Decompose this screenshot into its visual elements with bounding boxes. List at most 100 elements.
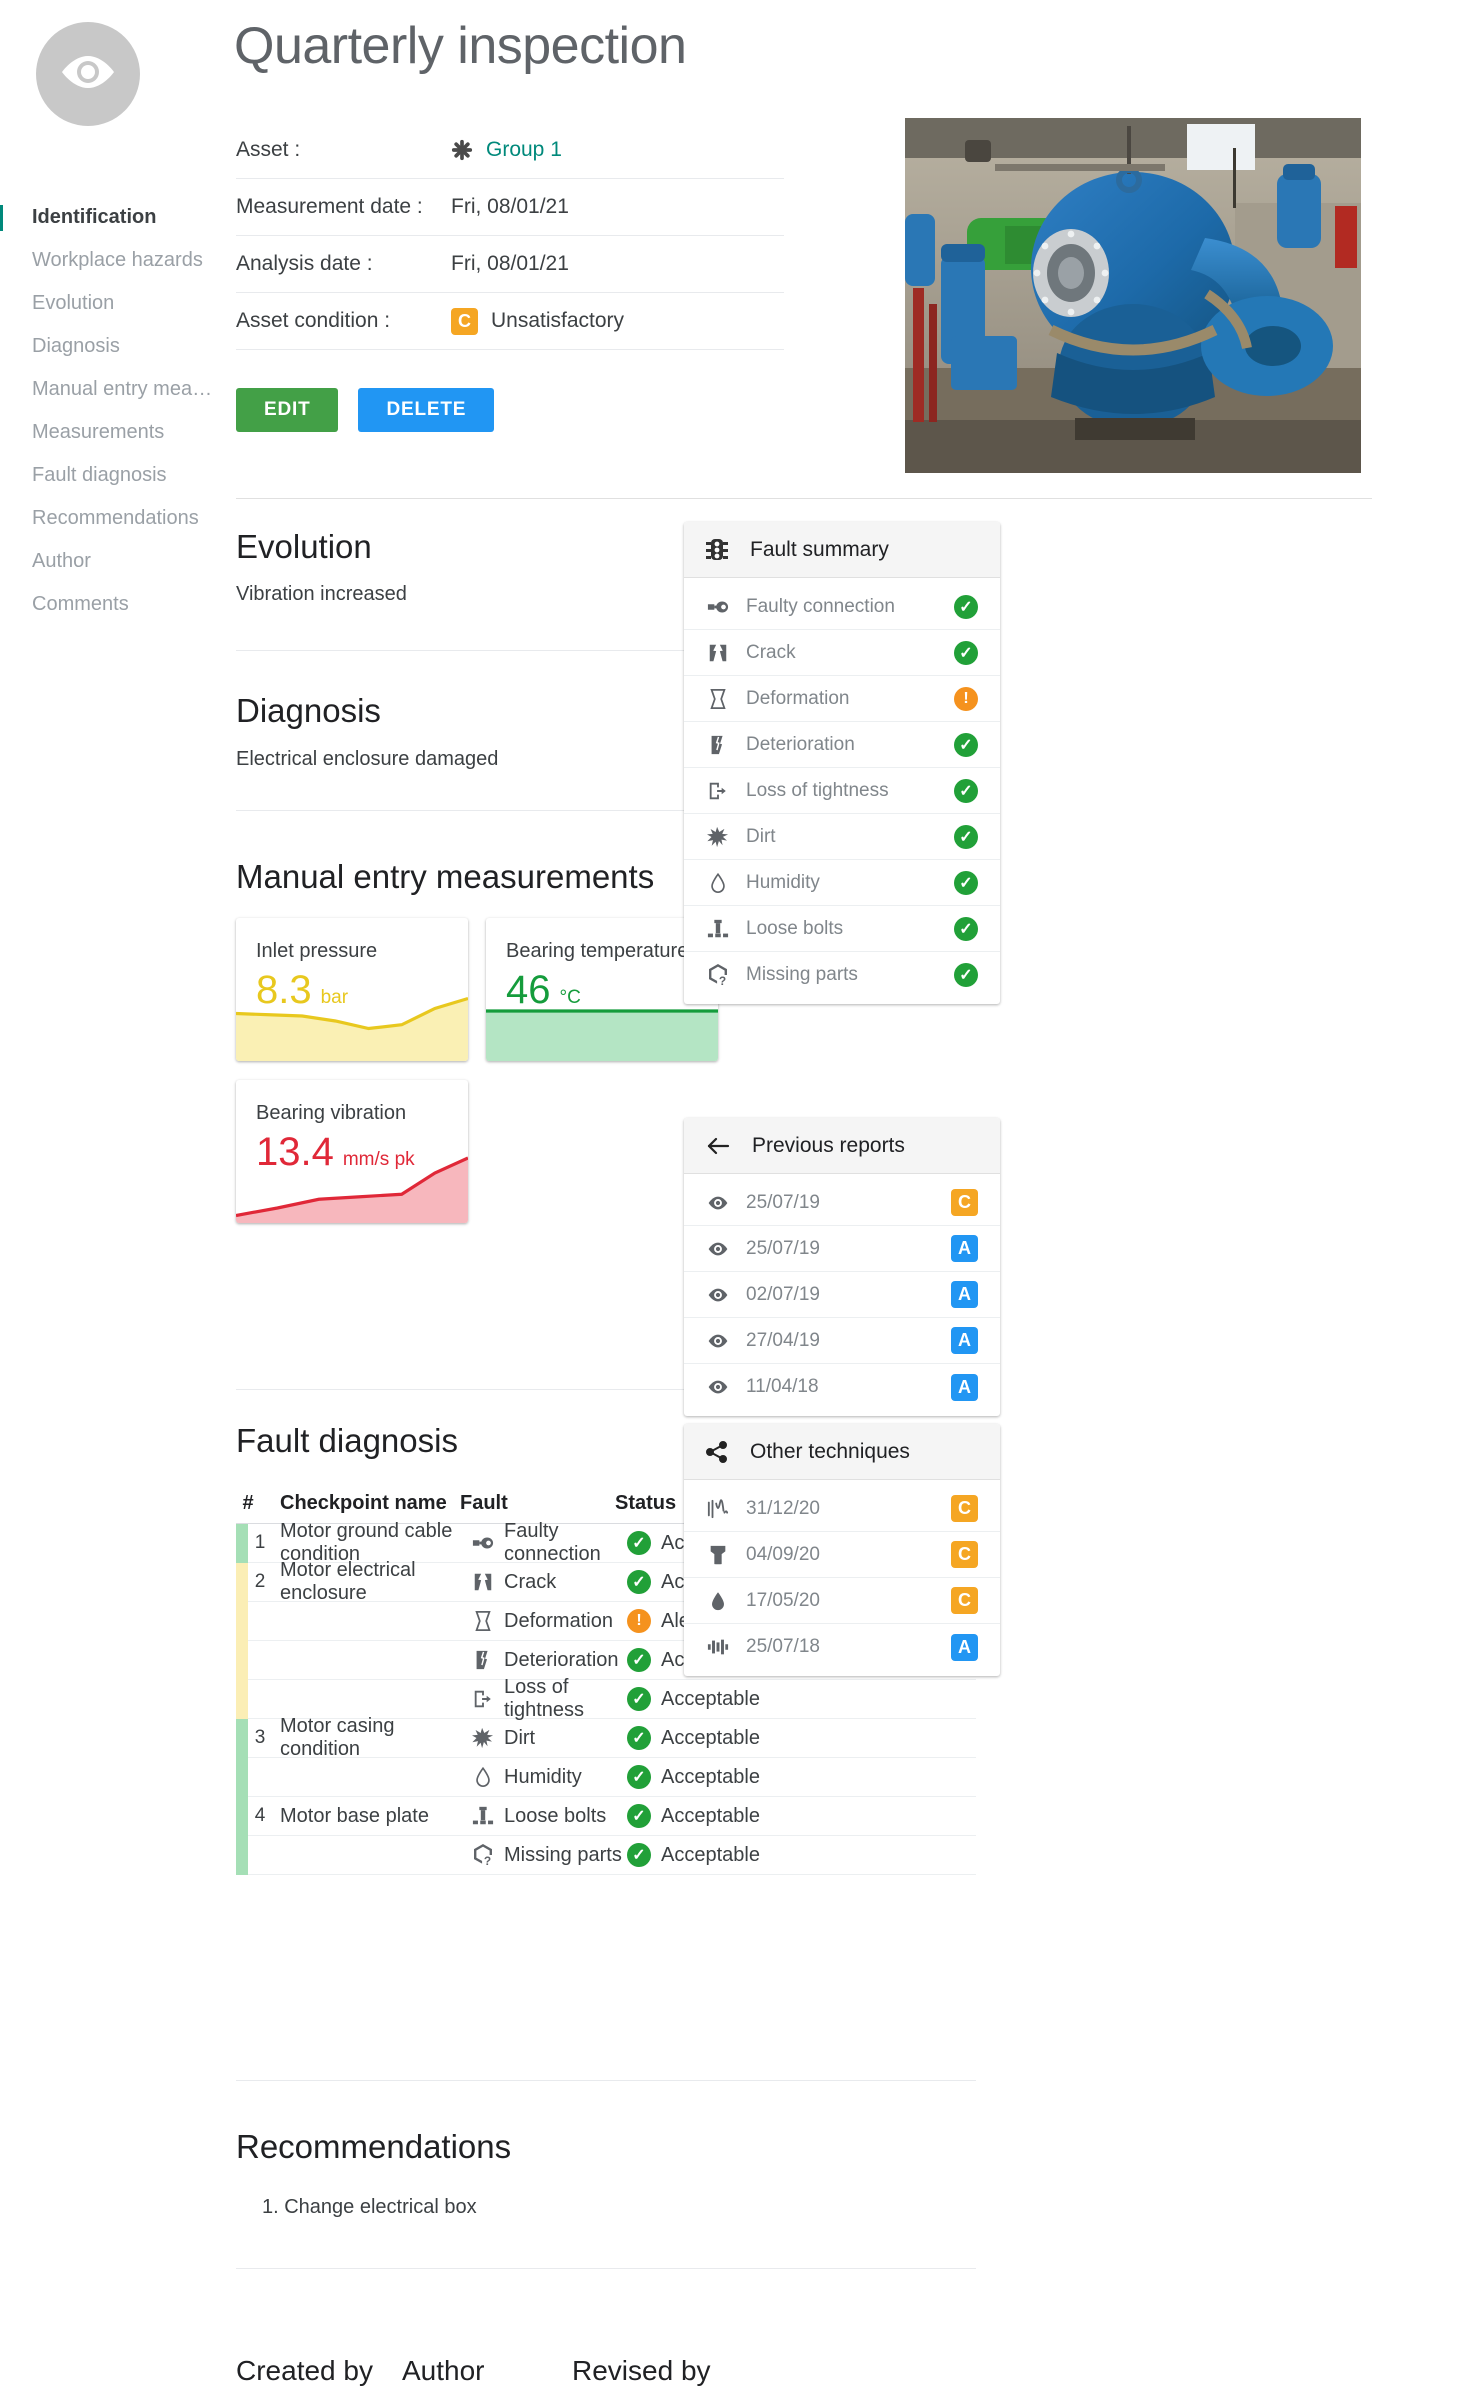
- sidebar-item-label: Measurements: [32, 421, 165, 443]
- fault-summary-label: Faulty connection: [746, 595, 895, 617]
- info-label: Measurement date :: [236, 195, 423, 218]
- plug-icon: [706, 596, 730, 618]
- fault-summary-row[interactable]: Dirt ✓: [684, 814, 1000, 860]
- report-date: 17/05/20: [746, 1589, 820, 1611]
- fault-line[interactable]: 3 Motor casing condition Dirt ✓ Acceptable: [248, 1715, 976, 1760]
- eye-icon[interactable]: [706, 1330, 730, 1352]
- row-body: 3 Motor casing condition Dirt ✓ Acceptable Hu…: [248, 1715, 976, 1797]
- previous-reports-header[interactable]: Previous reports: [684, 1118, 1000, 1174]
- asset-photo[interactable]: [905, 118, 1361, 473]
- status-cell: ✓ Acceptable: [627, 1687, 777, 1711]
- fault-line[interactable]: 4 Motor base plate Loose bolts ✓ Acceptable: [248, 1797, 976, 1836]
- status-ok-icon: ✓: [954, 778, 978, 803]
- status-ok-icon: ✓: [627, 1531, 651, 1555]
- sidebar-item-evolution[interactable]: Evolution: [0, 282, 224, 325]
- info-label: Asset condition :: [236, 309, 391, 332]
- fault-summary-row[interactable]: Humidity ✓: [684, 860, 1000, 906]
- sidebar-item-diagnosis[interactable]: Diagnosis: [0, 325, 224, 368]
- other-technique-row[interactable]: 25/07/18 A: [684, 1624, 1000, 1670]
- status-ok-icon: ✓: [627, 1726, 651, 1750]
- measurement-title: Bearing temperature: [506, 940, 689, 962]
- checkpoint-number: 1: [254, 1532, 266, 1553]
- status-ok-icon: ✓: [627, 1804, 651, 1828]
- status-label: Acceptable: [661, 1843, 760, 1866]
- traffic-light-icon: [706, 538, 728, 562]
- sidebar-item-label: Identification: [32, 206, 157, 228]
- sidebar-item-manual-entry-mea[interactable]: Manual entry mea…: [0, 368, 224, 411]
- measurement-card[interactable]: Bearing vibration 13.4 mm/s pk: [236, 1080, 468, 1223]
- app-logo[interactable]: [36, 22, 140, 126]
- condition-badge: A: [951, 1327, 978, 1354]
- status-ok-icon: ✓: [627, 1843, 651, 1867]
- fault-summary-label: Missing parts: [746, 964, 858, 985]
- created-by-label: Created by: [236, 2355, 373, 2386]
- fault-summary-row[interactable]: Deterioration ✓: [684, 722, 1000, 768]
- sidebar-item-author[interactable]: Author: [0, 540, 224, 583]
- condition-badge: A: [951, 1235, 978, 1262]
- bar-waveform-icon[interactable]: [706, 1636, 730, 1658]
- fault-summary-label: Deterioration: [746, 733, 855, 755]
- report-date: 25/07/19: [746, 1237, 820, 1259]
- fault-summary-header: Fault summary: [684, 522, 1000, 578]
- other-technique-row[interactable]: 31/12/20 C: [684, 1486, 1000, 1532]
- sidebar-item-label: Author: [32, 550, 91, 572]
- other-technique-row[interactable]: 17/05/20 C: [684, 1578, 1000, 1624]
- eye-icon[interactable]: [706, 1376, 730, 1398]
- sidebar-item-fault-diagnosis[interactable]: Fault diagnosis: [0, 454, 224, 497]
- deterioration-icon: [472, 1649, 494, 1671]
- column-header-num: #: [242, 1492, 254, 1514]
- info-value: Fri, 08/01/21: [451, 252, 569, 276]
- table-row: 3 Motor casing condition Dirt ✓ Acceptable Hu…: [236, 1715, 976, 1797]
- eye-icon[interactable]: [706, 1192, 730, 1214]
- fault-cell: Faulty connection: [472, 1520, 627, 1566]
- fault-line[interactable]: Humidity ✓ Acceptable: [248, 1758, 976, 1797]
- fault-summary-row[interactable]: ? Missing parts ✓: [684, 952, 1000, 998]
- water-drop-icon: [706, 872, 730, 894]
- sidebar-item-measurements[interactable]: Measurements: [0, 411, 224, 454]
- sidebar-item-recommendations[interactable]: Recommendations: [0, 497, 224, 540]
- eye-icon[interactable]: [706, 1284, 730, 1306]
- checkpoint-number: 2: [254, 1571, 266, 1592]
- delete-button[interactable]: DELETE: [358, 388, 495, 432]
- arrow-left-icon[interactable]: [706, 1136, 730, 1156]
- fault-summary-row[interactable]: Loss of tightness ✓: [684, 768, 1000, 814]
- fault-cell: Dirt: [472, 1727, 627, 1750]
- edit-button[interactable]: EDIT: [236, 388, 339, 432]
- sidebar-item-workplace-hazards[interactable]: Workplace hazards: [0, 239, 224, 282]
- condition-badge: C: [951, 1541, 978, 1568]
- previous-report-row[interactable]: 11/04/18 A: [684, 1364, 1000, 1410]
- other-technique-row[interactable]: 04/09/20 C: [684, 1532, 1000, 1578]
- oil-drop-icon[interactable]: [706, 1590, 730, 1612]
- fault-summary-label: Dirt: [746, 825, 776, 847]
- fault-summary-row[interactable]: Loose bolts ✓: [684, 906, 1000, 952]
- info-value[interactable]: Group 1: [451, 138, 562, 162]
- info-row: Analysis date : Fri, 08/01/21: [236, 236, 784, 293]
- sidebar-item-comments[interactable]: Comments: [0, 583, 224, 626]
- eye-icon[interactable]: [706, 1238, 730, 1260]
- fault-summary-row[interactable]: Faulty connection ✓: [684, 584, 1000, 630]
- previous-report-row[interactable]: 02/07/19 A: [684, 1272, 1000, 1318]
- fault-summary-row[interactable]: Crack ✓: [684, 630, 1000, 676]
- leak-icon: [472, 1688, 494, 1710]
- status-ok-icon: ✓: [954, 870, 978, 895]
- measurement-card[interactable]: Inlet pressure 8.3 bar: [236, 918, 468, 1061]
- previous-report-row[interactable]: 25/07/19 A: [684, 1226, 1000, 1272]
- sidebar-item-identification[interactable]: Identification: [0, 196, 224, 239]
- previous-reports-title: Previous reports: [752, 1133, 905, 1157]
- previous-report-row[interactable]: 27/04/19 A: [684, 1318, 1000, 1364]
- waveform-icon[interactable]: [706, 1498, 730, 1520]
- fault-line[interactable]: Loss of tightness ✓ Acceptable: [248, 1676, 976, 1721]
- eye-icon: [57, 52, 119, 97]
- fault-cell: Humidity: [472, 1766, 627, 1789]
- fault-label: Deformation: [504, 1609, 613, 1632]
- author-label: Author: [402, 2355, 485, 2386]
- report-date: 04/09/20: [746, 1543, 820, 1565]
- fault-line[interactable]: ? Missing parts ✓ Acceptable: [248, 1836, 976, 1875]
- info-row: Asset : Group 1: [236, 122, 784, 179]
- other-techniques-header[interactable]: Other techniques: [684, 1424, 1000, 1480]
- thermal-camera-icon[interactable]: [706, 1544, 730, 1566]
- bolt-icon: [472, 1805, 494, 1827]
- previous-report-row[interactable]: 25/07/19 C: [684, 1180, 1000, 1226]
- fault-summary-row[interactable]: Deformation!: [684, 676, 1000, 722]
- deformation-icon: [706, 688, 730, 710]
